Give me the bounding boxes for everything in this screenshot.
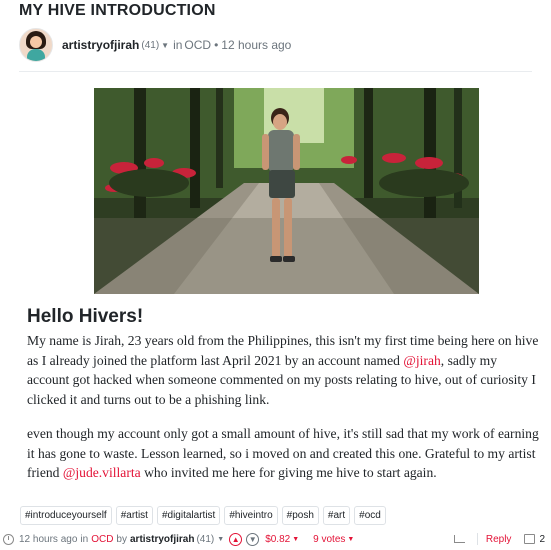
content-heading: Hello Hivers! xyxy=(27,306,144,327)
footer-reputation: (41) xyxy=(196,534,215,545)
payout-value[interactable]: $0.82 xyxy=(265,534,290,545)
tag-artist[interactable]: #artist xyxy=(115,506,153,525)
footer-separator xyxy=(476,533,478,545)
comments-count[interactable]: 2 xyxy=(539,534,545,545)
paragraph-2: even though my account only got a small … xyxy=(27,424,542,483)
upvote-icon[interactable]: ▲ xyxy=(229,533,243,546)
downvote-icon[interactable]: ▼ xyxy=(246,533,260,546)
tag-introduceyourself[interactable]: #introduceyourself xyxy=(20,506,112,525)
mention-link-jirah[interactable]: @jirah xyxy=(403,353,440,368)
post-footer: 12 hours ago in OCD by artistryofjirah (… xyxy=(0,532,551,550)
caret-down-icon[interactable]: ▼ xyxy=(161,41,169,50)
paragraph-1: My name is Jirah, 23 years old from the … xyxy=(27,331,542,409)
author-link[interactable]: artistryofjirah xyxy=(62,38,139,52)
tag-list: #introduceyourself #artist #digitalartis… xyxy=(20,506,386,525)
post-image[interactable] xyxy=(94,88,479,294)
payout-caret-icon[interactable]: ▼ xyxy=(292,536,299,543)
footer-time: 12 hours ago xyxy=(19,534,78,545)
footer-category-link[interactable]: OCD xyxy=(91,534,113,545)
post-time: 12 hours ago xyxy=(221,38,292,52)
reputation: (41) xyxy=(141,39,160,51)
tag-posh[interactable]: #posh xyxy=(281,506,319,525)
footer-author-link[interactable]: artistryofjirah xyxy=(130,534,194,545)
tag-digitalartist[interactable]: #digitalartist xyxy=(156,506,221,525)
avatar[interactable] xyxy=(19,28,53,62)
reply-button[interactable]: Reply xyxy=(486,534,512,545)
tag-art[interactable]: #art xyxy=(322,506,351,525)
tag-hiveintro[interactable]: #hiveintro xyxy=(224,506,278,525)
footer-in-label: in xyxy=(80,534,89,545)
caret-down-icon[interactable]: ▼ xyxy=(217,536,224,543)
post-title: MY HIVE INTRODUCTION xyxy=(19,2,216,19)
tag-ocd[interactable]: #ocd xyxy=(354,506,386,525)
author-row: artistryofjirah (41) ▼ in OCD • 12 hours… xyxy=(19,28,291,62)
bullet-separator: • xyxy=(214,38,219,52)
divider xyxy=(19,71,532,72)
category-link[interactable]: OCD xyxy=(184,38,211,52)
comments-icon[interactable] xyxy=(524,534,536,544)
votes-caret-icon[interactable]: ▼ xyxy=(347,536,354,543)
paragraph-2-text-b: who invited me here for giving me hive t… xyxy=(140,465,437,480)
votes-count[interactable]: 9 votes xyxy=(313,534,345,545)
footer-by-label: by xyxy=(116,534,127,545)
clock-icon xyxy=(3,534,14,545)
mention-link-jude-villarta[interactable]: @jude.villarta xyxy=(63,465,141,480)
in-label: in xyxy=(173,38,183,52)
reblog-icon[interactable] xyxy=(453,535,465,543)
